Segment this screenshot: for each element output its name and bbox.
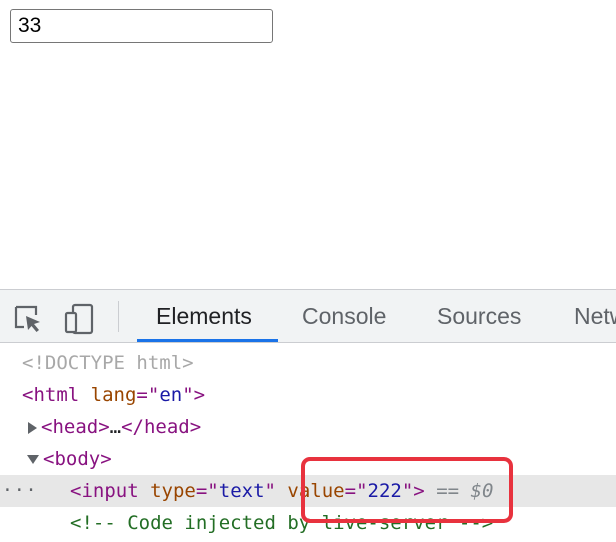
tab-elements[interactable]: Elements (156, 290, 252, 342)
select-element-icon[interactable] (12, 303, 44, 335)
body-open-tag: <body> (43, 448, 112, 470)
collapse-triangle-icon[interactable] (27, 455, 39, 464)
dom-node-head[interactable]: <head>…</head> (0, 411, 616, 443)
input-value-eq: =" (344, 480, 368, 502)
html-attr-value: en (159, 384, 183, 406)
device-toolbar-icon[interactable] (63, 303, 95, 335)
text-input[interactable] (10, 9, 273, 43)
toolbar-separator (118, 301, 119, 332)
input-type-attr-name: type (150, 480, 196, 502)
tab-network[interactable]: Netw (574, 290, 616, 342)
dom-node-body[interactable]: <body> (0, 443, 616, 475)
tab-sources[interactable]: Sources (437, 290, 521, 342)
devtools-toolbar: Elements Console Sources Netw (0, 290, 616, 343)
input-type-eq: =" (195, 480, 219, 502)
input-type-quote: " (264, 480, 276, 502)
input-value-attr-name: value (287, 480, 345, 502)
dom-node-comment[interactable]: <!-- Code injected by live-server --> (0, 507, 616, 539)
active-tab-indicator (137, 339, 278, 342)
html-attr-eq: =" (136, 384, 160, 406)
html-open-close: "> (182, 384, 206, 406)
dom-tree: <!DOCTYPE html> <html lang="en"> <head>…… (0, 343, 616, 542)
head-close-tag: </head> (121, 416, 202, 438)
comment-text: <!-- Code injected by live-server --> (70, 512, 494, 534)
devtools-panel: Elements Console Sources Netw <!DOCTYPE … (0, 289, 616, 542)
tab-console[interactable]: Console (302, 290, 386, 342)
dom-node-input-selected[interactable]: ··· <input type="text" value="222"> == $… (0, 475, 616, 507)
html-attr-name: lang (90, 384, 137, 406)
input-open-close: "> (401, 480, 425, 502)
head-open-tag: <head> (41, 416, 110, 438)
doctype-text: <!DOCTYPE html> (22, 352, 194, 374)
input-value-attr-value: 222 (367, 480, 402, 502)
head-ellipsis[interactable]: … (110, 416, 121, 438)
input-open-tag: <input (70, 480, 139, 502)
html-open-tag: <html (22, 384, 80, 406)
input-type-attr-value: text (218, 480, 265, 502)
dom-node-html[interactable]: <html lang="en"> (0, 379, 616, 411)
selected-node-marker: == $0 (436, 480, 494, 502)
expand-triangle-icon[interactable] (28, 421, 37, 434)
more-options-icon[interactable]: ··· (2, 475, 38, 507)
dom-node-doctype[interactable]: <!DOCTYPE html> (0, 347, 616, 379)
